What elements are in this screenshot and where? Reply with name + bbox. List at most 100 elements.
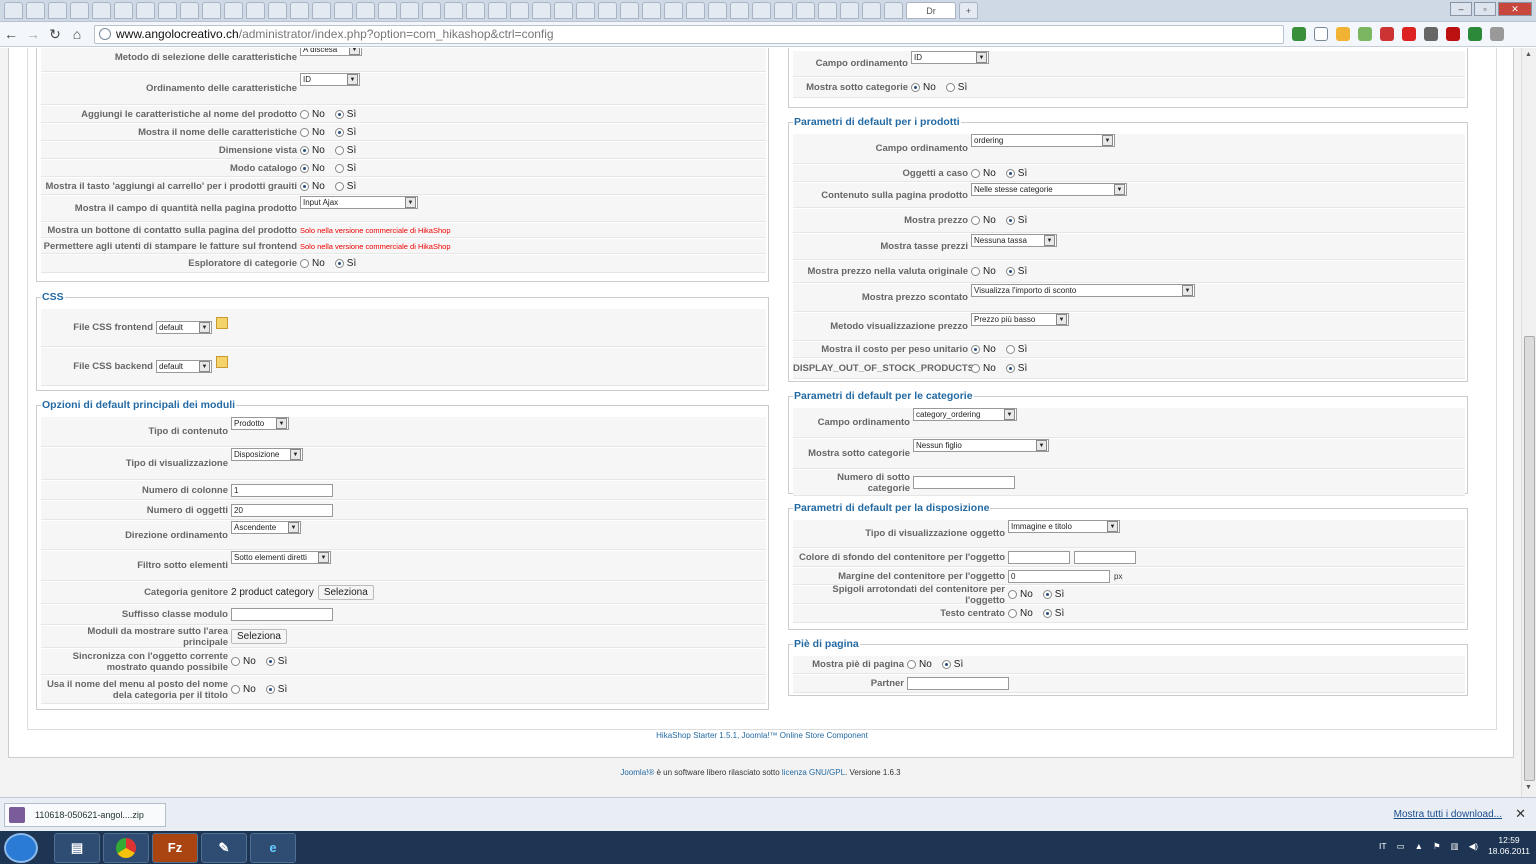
radio-button-icon[interactable] [1005, 168, 1015, 178]
browser-tab-gray[interactable] [796, 2, 815, 19]
vertical-scrollbar[interactable]: ▲ ▼ [1521, 48, 1536, 797]
dropdown-select[interactable]: Nelle stesse categorie ▼ [971, 183, 1127, 196]
wrench-icon[interactable] [1490, 27, 1504, 41]
dropdown-select[interactable]: Input Ajax ▼ [300, 196, 418, 209]
browser-tab-gmail[interactable] [180, 2, 199, 19]
dropdown-select[interactable]: Sotto elementi diretti ▼ [231, 551, 331, 564]
dropdown-select[interactable]: Prodotto ▼ [231, 417, 289, 430]
volume-icon[interactable]: ◀) [1469, 841, 1478, 852]
start-button[interactable] [4, 832, 38, 863]
radio-yes[interactable]: Sì [265, 684, 287, 695]
dropdown-select[interactable]: ID ▼ [300, 73, 360, 86]
radio-button-icon[interactable] [1042, 590, 1052, 599]
radio-no[interactable]: No [911, 82, 936, 93]
text-input[interactable]: 0 [1008, 569, 1110, 583]
radio-button-icon[interactable] [971, 216, 980, 225]
dropdown-select[interactable]: ordering ▼ [971, 134, 1115, 147]
radio-button-icon[interactable] [265, 657, 275, 666]
radio-button-icon[interactable] [1008, 609, 1017, 618]
url-bar[interactable]: www.angolocreativo.ch/administrator/inde… [94, 24, 1284, 44]
radio-button-icon[interactable] [945, 83, 955, 92]
radio-yes[interactable]: Sì [1005, 363, 1027, 374]
reload-icon[interactable]: ↻ [44, 26, 66, 43]
close-icon[interactable]: ✕ [1515, 806, 1526, 822]
browser-tab-hand[interactable] [576, 2, 595, 19]
radio-yes[interactable]: Sì [334, 145, 356, 156]
browser-tab-puzzle[interactable] [378, 2, 397, 19]
chrome-taskbar-icon[interactable] [103, 832, 149, 863]
browser-tab-album[interactable] [356, 2, 375, 19]
browser-tab-fb[interactable] [840, 2, 859, 19]
radio-button-icon[interactable] [231, 657, 240, 666]
edit-file-icon[interactable] [216, 316, 228, 329]
browser-tab-book[interactable] [400, 2, 419, 19]
extension-icon[interactable] [1446, 27, 1460, 41]
extension-icon[interactable] [1358, 27, 1372, 41]
select-button[interactable]: Seleziona [317, 585, 374, 600]
new-tab-button[interactable]: + [959, 2, 978, 19]
extension-icon[interactable] [1424, 27, 1438, 41]
browser-tab-tag[interactable] [92, 2, 111, 19]
radio-no[interactable]: No [907, 659, 932, 670]
text-input[interactable] [907, 677, 1009, 690]
text-input[interactable] [231, 608, 333, 621]
radio-yes[interactable]: Sì [945, 82, 967, 93]
joomla-link[interactable]: Joomla!® [620, 768, 654, 777]
back-icon[interactable]: ← [0, 26, 22, 42]
license-link[interactable]: licenza GNU/GPL [782, 768, 845, 777]
radio-button-icon[interactable] [907, 660, 916, 669]
radio-no[interactable]: No [971, 363, 996, 374]
select-button[interactable]: Seleziona [231, 629, 287, 644]
dropdown-select[interactable]: Nessuna tassa ▼ [971, 234, 1057, 247]
radio-no[interactable]: No [1008, 608, 1033, 619]
explorer-taskbar-icon[interactable]: ▤ [54, 832, 100, 863]
radio-yes[interactable]: Sì [1042, 608, 1064, 619]
radio-button-icon[interactable] [334, 109, 344, 119]
edit-file-icon[interactable] [216, 355, 228, 368]
radio-yes[interactable]: Sì [1005, 344, 1027, 355]
radio-no[interactable]: No [1008, 589, 1033, 600]
radio-button-icon[interactable] [300, 259, 309, 268]
extension-icon[interactable] [1336, 27, 1350, 41]
browser-tab-help[interactable] [598, 2, 617, 19]
radio-button-icon[interactable] [1008, 590, 1017, 599]
dropdown-select[interactable]: default ▼ [156, 360, 212, 373]
radio-no[interactable]: No [300, 258, 325, 269]
radio-button-icon[interactable] [300, 145, 309, 155]
browser-tab-wheel[interactable] [664, 2, 683, 19]
dropdown-select[interactable]: Prezzo più basso ▼ [971, 313, 1069, 326]
radio-yes[interactable]: Sì [334, 163, 356, 174]
home-icon[interactable]: ⌂ [66, 26, 88, 42]
scroll-down-icon[interactable]: ▼ [1525, 784, 1532, 791]
close-window-button[interactable]: ✕ [1498, 2, 1532, 16]
show-all-downloads-link[interactable]: Mostra tutti i download... [1394, 809, 1502, 820]
radio-yes[interactable]: Sì [1005, 215, 1027, 226]
browser-tab-chrome[interactable] [334, 2, 353, 19]
radio-no[interactable]: No [300, 181, 325, 192]
browser-tab-word[interactable] [752, 2, 771, 19]
radio-button-icon[interactable] [300, 181, 309, 191]
browser-tab-notes[interactable] [158, 2, 177, 19]
radio-button-icon[interactable] [334, 127, 344, 137]
radio-yes[interactable]: Sì [1005, 168, 1027, 179]
browser-tab-chrome[interactable] [488, 2, 507, 19]
radio-no[interactable]: No [300, 145, 325, 156]
browser-tab-delicious[interactable] [554, 2, 573, 19]
radio-button-icon[interactable] [911, 83, 920, 92]
radio-button-icon[interactable] [1005, 364, 1015, 373]
dropdown-select[interactable]: Visualizza l'importo di sconto ▼ [971, 284, 1195, 297]
browser-tab-pse[interactable] [730, 2, 749, 19]
radio-button-icon[interactable] [971, 345, 980, 354]
bookmark-star-icon[interactable] [1314, 27, 1328, 41]
notepad-taskbar-icon[interactable]: ✎ [201, 832, 247, 863]
radio-button-icon[interactable] [265, 685, 275, 694]
radio-no[interactable]: No [971, 344, 996, 355]
language-indicator[interactable]: IT [1379, 841, 1387, 851]
browser-tab-black[interactable] [202, 2, 221, 19]
browser-tab-wheel[interactable] [686, 2, 705, 19]
browser-tab-check[interactable] [862, 2, 881, 19]
radio-no[interactable]: No [971, 266, 996, 277]
flag-icon[interactable]: ⚑ [1433, 841, 1441, 852]
radio-yes[interactable]: Sì [334, 181, 356, 192]
dropdown-select[interactable]: default ▼ [156, 321, 212, 334]
